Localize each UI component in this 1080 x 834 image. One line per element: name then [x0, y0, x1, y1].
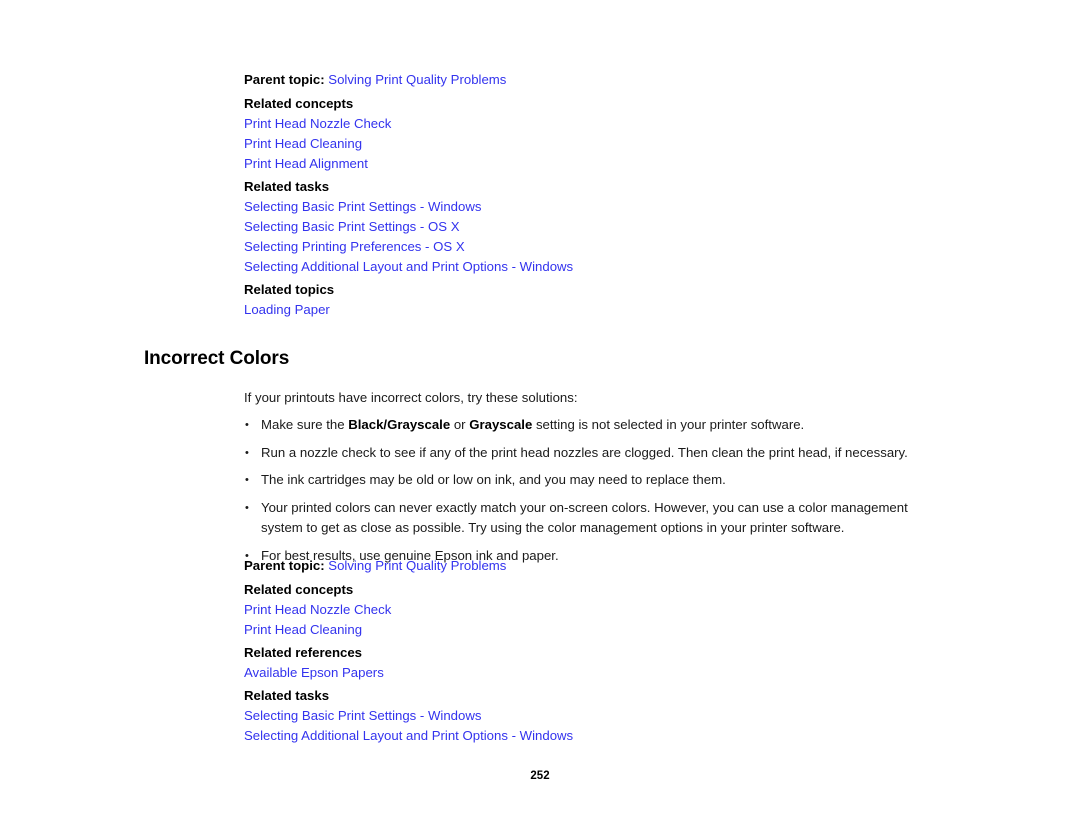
- body-text: Make sure the: [261, 417, 349, 432]
- parent-topic-link-bottom[interactable]: Solving Print Quality Problems: [328, 558, 506, 573]
- body-text: Run a nozzle check to see if any of the …: [261, 444, 908, 460]
- related-link[interactable]: Print Head Cleaning: [244, 134, 916, 154]
- list-item: Selecting Basic Print Settings - Windows: [244, 197, 916, 217]
- body-text: setting is not selected in your printer …: [532, 417, 805, 432]
- related-link[interactable]: Selecting Basic Print Settings - Windows: [244, 706, 916, 726]
- bottom-related-block: Parent topic: Solving Print Quality Prob…: [244, 556, 916, 746]
- parent-topic-link[interactable]: Solving Print Quality Problems: [328, 72, 506, 87]
- parent-topic-label: Parent topic:: [244, 72, 325, 87]
- parent-topic-line: Parent topic: Solving Print Quality Prob…: [244, 70, 916, 90]
- related-link[interactable]: Selecting Additional Layout and Print Op…: [244, 726, 916, 746]
- related-link[interactable]: Print Head Alignment: [244, 154, 916, 174]
- related-links-list: Available Epson Papers: [244, 663, 916, 683]
- parent-topic-line-bottom: Parent topic: Solving Print Quality Prob…: [244, 556, 916, 576]
- body-text: The ink cartridges may be old or low on …: [261, 472, 726, 487]
- top-related-block: Parent topic: Solving Print Quality Prob…: [244, 70, 916, 320]
- related-links-list: Print Head Nozzle Check Print Head Cleani…: [244, 600, 916, 640]
- list-item: Selecting Additional Layout and Print Op…: [244, 257, 916, 277]
- parent-topic-label-bottom: Parent topic:: [244, 558, 325, 573]
- related-group-heading: Related tasks: [244, 179, 330, 194]
- list-item: Loading Paper: [244, 300, 916, 320]
- body-text: or: [450, 417, 470, 432]
- related-links-list: Print Head Nozzle Check Print Head Cleani…: [244, 114, 916, 174]
- emphasis-text: Black/Grayscale: [348, 417, 451, 432]
- related-group-heading: Related concepts: [244, 96, 354, 111]
- solution-item: Your printed colors can never exactly ma…: [244, 498, 920, 539]
- related-link[interactable]: Print Head Cleaning: [244, 620, 916, 640]
- document-page: Parent topic: Solving Print Quality Prob…: [0, 0, 1080, 834]
- list-item: Selecting Basic Print Settings - Windows: [244, 706, 916, 726]
- list-item: Print Head Cleaning: [244, 134, 916, 154]
- page-title: Incorrect Colors: [144, 347, 290, 369]
- related-links-list: Selecting Basic Print Settings - Windows…: [244, 197, 916, 277]
- related-links-list: Loading Paper: [244, 300, 916, 320]
- emphasis-text: Grayscale: [469, 417, 533, 432]
- list-item: Available Epson Papers: [244, 663, 916, 683]
- intro-paragraph: If your printouts have incorrect colors,…: [244, 390, 578, 405]
- related-link[interactable]: Print Head Nozzle Check: [244, 600, 916, 620]
- list-item: Print Head Cleaning: [244, 620, 916, 640]
- solution-item: The ink cartridges may be old or low on …: [244, 470, 920, 491]
- related-groups-top: Related concepts Print Head Nozzle Check P…: [244, 94, 916, 320]
- related-link[interactable]: Selecting Basic Print Settings - Windows: [244, 197, 916, 217]
- list-item: Selecting Printing Preferences - OS X: [244, 237, 916, 257]
- list-item: Print Head Alignment: [244, 154, 916, 174]
- related-groups-bottom: Related concepts Print Head Nozzle Check P…: [244, 580, 916, 746]
- related-group-heading: Related references: [244, 645, 363, 660]
- list-item: Selecting Additional Layout and Print Op…: [244, 726, 916, 746]
- related-group-heading: Related topics: [244, 282, 335, 297]
- list-item: Selecting Basic Print Settings - OS X: [244, 217, 916, 237]
- related-link[interactable]: Selecting Basic Print Settings - OS X: [244, 217, 916, 237]
- related-link[interactable]: Selecting Printing Preferences - OS X: [244, 237, 916, 257]
- related-link[interactable]: Print Head Nozzle Check: [244, 114, 916, 134]
- body-text: Your printed colors can never exactly ma…: [261, 499, 908, 536]
- solution-item: Make sure the Black/Grayscale or Graysca…: [244, 415, 920, 436]
- list-item: Print Head Nozzle Check: [244, 114, 916, 134]
- page-number: 252: [530, 770, 550, 782]
- solution-item: Run a nozzle check to see if any of the …: [244, 443, 920, 464]
- solutions-list: Make sure the Black/Grayscale or Graysca…: [244, 415, 920, 566]
- related-link[interactable]: Loading Paper: [244, 300, 916, 320]
- related-link[interactable]: Selecting Additional Layout and Print Op…: [244, 257, 916, 277]
- list-item: Print Head Nozzle Check: [244, 600, 916, 620]
- related-link[interactable]: Available Epson Papers: [244, 663, 916, 683]
- section-body: If your printouts have incorrect colors,…: [244, 388, 920, 573]
- related-group-heading: Related tasks: [244, 688, 330, 703]
- related-links-list: Selecting Basic Print Settings - Windows…: [244, 706, 916, 746]
- related-group-heading: Related concepts: [244, 582, 354, 597]
